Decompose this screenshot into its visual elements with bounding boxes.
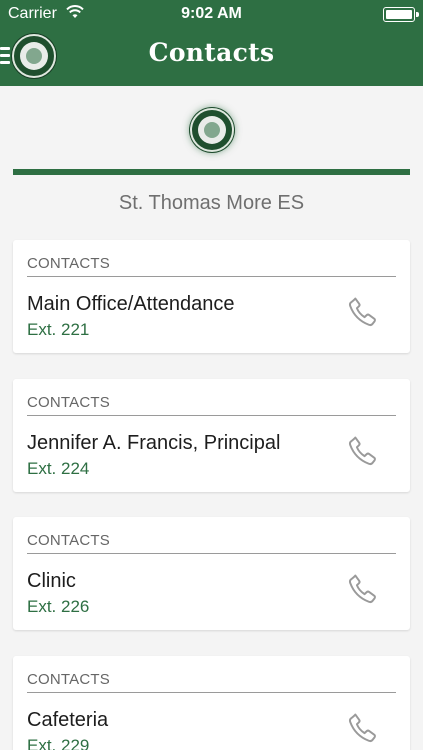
divider bbox=[13, 169, 410, 175]
contact-extension: Ext. 229 bbox=[27, 736, 90, 750]
contact-extension: Ext. 224 bbox=[27, 459, 90, 478]
divider bbox=[27, 553, 396, 554]
battery-icon bbox=[383, 7, 419, 22]
contacts-content[interactable]: St. Thomas More ES CONTACTS Main Office/… bbox=[0, 86, 423, 750]
divider bbox=[27, 415, 396, 416]
status-time: 9:02 AM bbox=[181, 5, 242, 22]
phone-icon[interactable] bbox=[346, 434, 380, 468]
card-header: CONTACTS bbox=[27, 255, 110, 272]
contact-name: Main Office/Attendance bbox=[27, 293, 235, 315]
phone-icon[interactable] bbox=[346, 572, 380, 606]
phone-icon[interactable] bbox=[346, 295, 380, 329]
contact-card[interactable]: CONTACTS Main Office/Attendance Ext. 221 bbox=[13, 240, 410, 353]
contact-name: Clinic bbox=[27, 570, 76, 592]
school-name: St. Thomas More ES bbox=[118, 192, 305, 214]
phone-icon[interactable] bbox=[346, 711, 380, 745]
contact-extension: Ext. 221 bbox=[27, 320, 90, 339]
contact-card[interactable]: CONTACTS Clinic Ext. 226 bbox=[13, 517, 410, 630]
divider bbox=[27, 276, 396, 277]
divider bbox=[27, 692, 396, 693]
contact-card[interactable]: CONTACTS Jennifer A. Francis, Principal … bbox=[13, 379, 410, 492]
page-title: Contacts bbox=[148, 38, 275, 67]
school-crest-icon bbox=[190, 108, 234, 152]
contact-name: Jennifer A. Francis, Principal bbox=[27, 432, 281, 454]
nav-bar: Contacts bbox=[0, 28, 423, 86]
card-header: CONTACTS bbox=[27, 532, 110, 549]
contact-extension: Ext. 226 bbox=[27, 597, 90, 616]
contact-card[interactable]: CONTACTS Cafeteria Ext. 229 bbox=[13, 656, 410, 750]
card-header: CONTACTS bbox=[27, 394, 110, 411]
status-bar: Carrier 9:02 AM bbox=[0, 0, 423, 28]
contact-name: Cafeteria bbox=[27, 709, 109, 731]
top-bar: Carrier 9:02 AM Contacts bbox=[0, 0, 423, 86]
card-header: CONTACTS bbox=[27, 671, 110, 688]
